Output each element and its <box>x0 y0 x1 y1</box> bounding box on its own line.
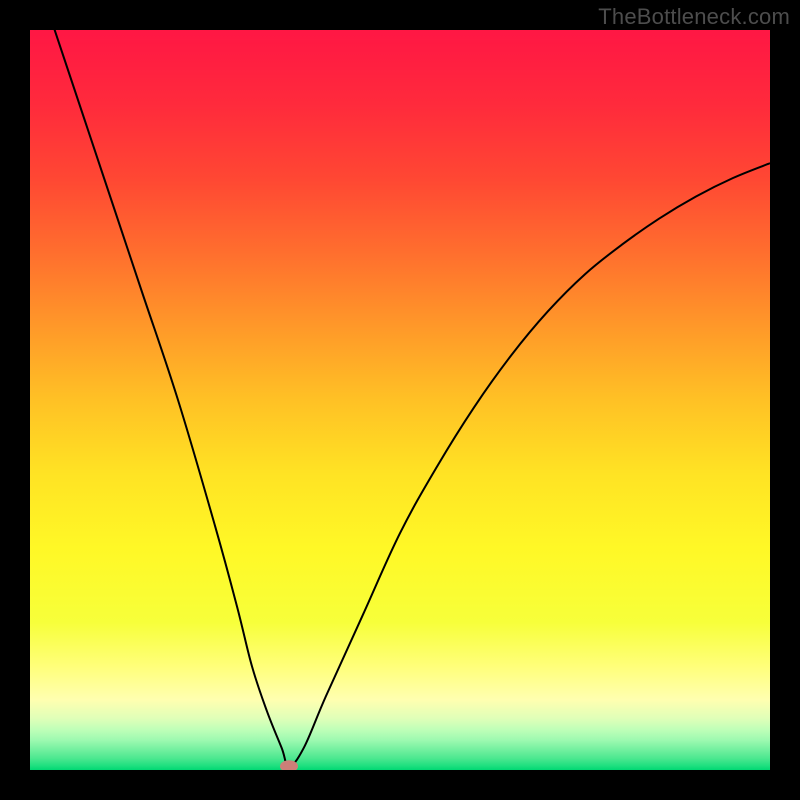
chart-frame: TheBottleneck.com <box>0 0 800 800</box>
plot-area <box>30 30 770 770</box>
watermark-text: TheBottleneck.com <box>598 4 790 30</box>
chart-svg <box>30 30 770 770</box>
gradient-background <box>30 30 770 770</box>
